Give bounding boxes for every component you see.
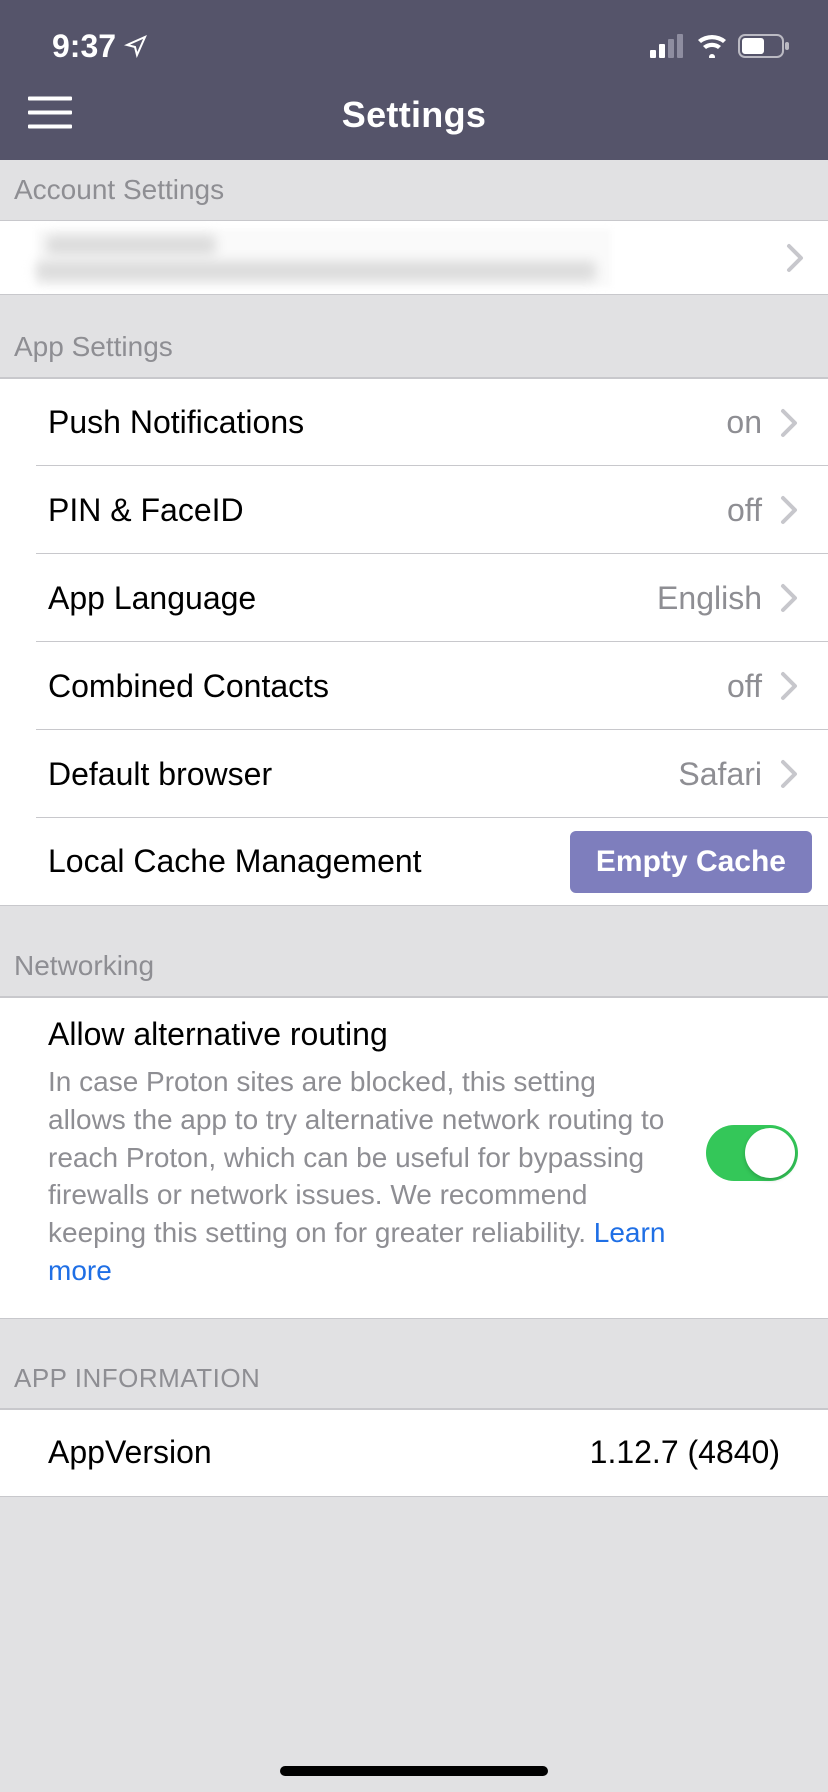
row-label: PIN & FaceID bbox=[48, 492, 727, 529]
row-value: off bbox=[727, 492, 762, 529]
alt-routing-toggle[interactable] bbox=[706, 1125, 798, 1181]
row-label: App Language bbox=[48, 580, 657, 617]
chevron-right-icon bbox=[780, 583, 798, 613]
row-value: 1.12.7 (4840) bbox=[590, 1434, 780, 1471]
row-label: Combined Contacts bbox=[48, 668, 727, 705]
row-label: Local Cache Management bbox=[48, 843, 570, 880]
row-value: English bbox=[657, 580, 762, 617]
alt-routing-description: In case Proton sites are blocked, this s… bbox=[48, 1063, 676, 1290]
status-bar: 9:37 bbox=[0, 22, 828, 70]
home-indicator[interactable] bbox=[280, 1766, 548, 1776]
row-app-language[interactable]: App Language English bbox=[0, 554, 828, 642]
section-header-app-info: APP INFORMATION bbox=[0, 1319, 828, 1409]
row-label: Push Notifications bbox=[48, 404, 726, 441]
row-pin-faceid[interactable]: PIN & FaceID off bbox=[0, 466, 828, 554]
section-header-networking: Networking bbox=[0, 906, 828, 997]
cellular-icon bbox=[650, 34, 686, 58]
hamburger-icon bbox=[28, 95, 72, 131]
status-time-text: 9:37 bbox=[52, 28, 116, 65]
row-value: on bbox=[726, 404, 762, 441]
chevron-right-icon bbox=[780, 495, 798, 525]
row-label: AppVersion bbox=[48, 1434, 590, 1471]
account-redacted bbox=[36, 229, 611, 287]
alt-routing-desc-text: In case Proton sites are blocked, this s… bbox=[48, 1066, 664, 1248]
row-default-browser[interactable]: Default browser Safari bbox=[0, 730, 828, 818]
row-push-notifications[interactable]: Push Notifications on bbox=[0, 378, 828, 466]
row-alternative-routing: Allow alternative routing In case Proton… bbox=[0, 997, 828, 1319]
chevron-right-icon bbox=[780, 671, 798, 701]
wifi-icon bbox=[696, 34, 728, 58]
section-header-app: App Settings bbox=[0, 295, 828, 378]
row-account[interactable] bbox=[0, 221, 828, 295]
section-header-account: Account Settings bbox=[0, 160, 828, 221]
location-icon bbox=[124, 34, 148, 58]
chevron-right-icon bbox=[780, 408, 798, 438]
status-time: 9:37 bbox=[52, 28, 148, 65]
chevron-right-icon bbox=[780, 759, 798, 789]
row-combined-contacts[interactable]: Combined Contacts off bbox=[0, 642, 828, 730]
row-value: off bbox=[727, 668, 762, 705]
alt-routing-title: Allow alternative routing bbox=[48, 1016, 676, 1053]
page-title: Settings bbox=[0, 94, 828, 136]
empty-cache-button[interactable]: Empty Cache bbox=[570, 831, 812, 893]
row-app-version: AppVersion 1.12.7 (4840) bbox=[0, 1409, 828, 1497]
row-local-cache: Local Cache Management Empty Cache bbox=[0, 818, 828, 906]
menu-button[interactable] bbox=[28, 95, 72, 136]
battery-icon bbox=[738, 34, 790, 58]
row-label: Default browser bbox=[48, 756, 678, 793]
row-value: Safari bbox=[678, 756, 762, 793]
chevron-right-icon bbox=[786, 243, 804, 273]
